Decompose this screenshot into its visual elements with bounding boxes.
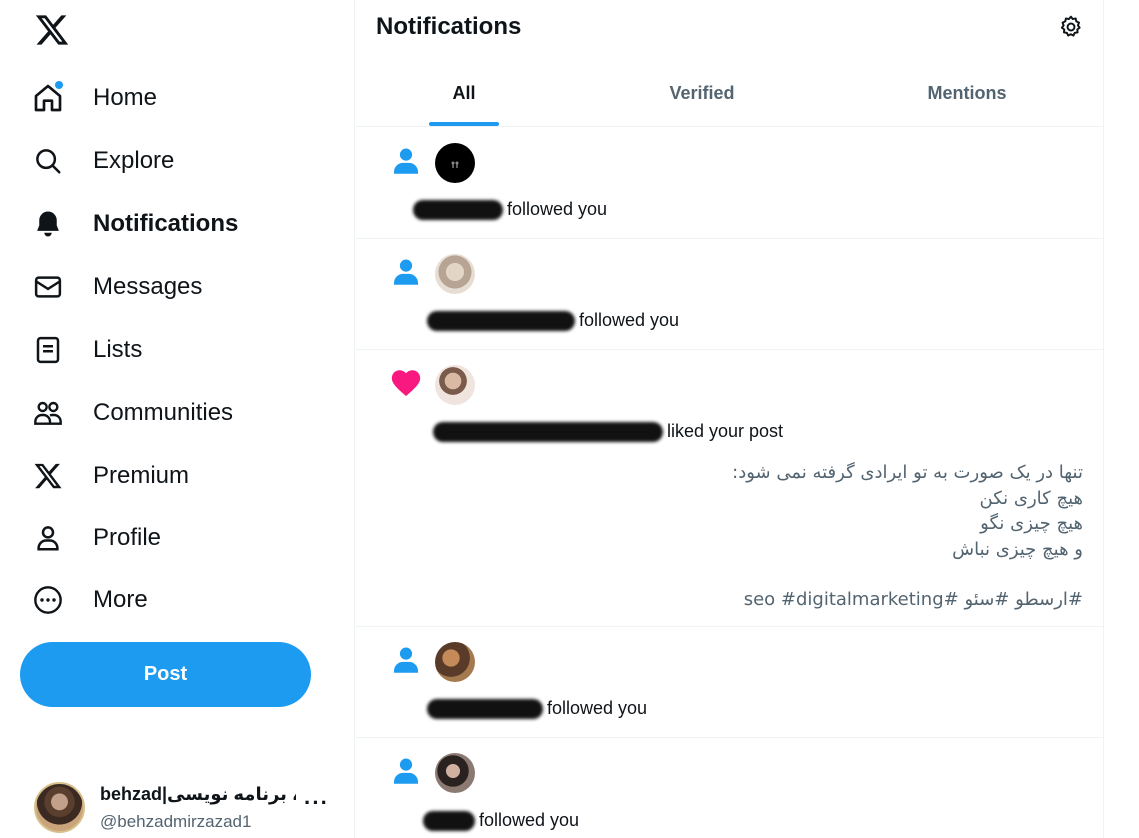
account-switcher[interactable]: behzad|ئو، برنامه نویسی @behzadmirzazad1…	[34, 780, 334, 838]
post-line: و هیچ چیزی نباش	[952, 538, 1083, 560]
notification-tabs: All Verified Mentions	[355, 60, 1104, 127]
avatar[interactable]	[435, 753, 475, 793]
notification-item[interactable]: followed you	[355, 239, 1104, 350]
nav-profile-label: Profile	[93, 524, 162, 551]
nav-lists-label: Lists	[93, 336, 143, 363]
communities-icon	[30, 395, 66, 431]
nav-explore-label: Explore	[93, 147, 175, 174]
notification-action: followed you	[507, 199, 608, 219]
account-more-icon[interactable]: ···	[304, 790, 329, 816]
redacted-username	[427, 310, 575, 331]
tab-mentions[interactable]: Mentions	[855, 60, 1079, 127]
notification-action: liked your post	[667, 421, 784, 441]
nav-home[interactable]: Home	[30, 73, 157, 123]
nav-communities-label: Communities	[93, 399, 234, 426]
nav-more[interactable]: More	[30, 575, 148, 625]
gear-icon[interactable]	[1058, 14, 1086, 42]
nav-notifications-label: Notifications	[93, 210, 239, 237]
notification-item[interactable]: liked your post تنها در یک صورت به تو ای…	[355, 350, 1104, 627]
nav-more-label: More	[93, 586, 148, 613]
avatar[interactable]	[435, 254, 475, 294]
notification-text: followed you	[427, 310, 679, 331]
liked-post-text[interactable]: تنها در یک صورت به تو ایرادی گرفته نمی ش…	[583, 460, 1083, 613]
nav-lists[interactable]: Lists	[30, 325, 142, 375]
nav-explore[interactable]: Explore	[30, 136, 174, 186]
avatar[interactable]	[435, 143, 475, 183]
bell-icon	[30, 206, 66, 242]
avatar[interactable]	[435, 642, 475, 682]
notification-action: followed you	[479, 810, 580, 830]
person-icon	[389, 255, 423, 289]
person-icon	[389, 144, 423, 178]
tab-all-label: All	[452, 83, 476, 103]
notification-text: followed you	[427, 698, 647, 719]
notification-text: liked your post	[433, 421, 783, 442]
tab-verified-label: Verified	[669, 83, 735, 103]
notification-text: followed you	[413, 199, 607, 220]
search-icon	[30, 143, 66, 179]
redacted-username	[413, 199, 503, 220]
account-handle: @behzadmirzazad1	[100, 812, 252, 831]
notifications-column: Notifications All Verified Mentions foll…	[354, 0, 1104, 838]
tab-all[interactable]: All	[355, 60, 573, 127]
post-line: هیچ چیزی نگو	[980, 513, 1083, 534]
x-logo-icon	[30, 458, 66, 494]
person-icon	[30, 520, 66, 556]
redacted-username	[423, 810, 475, 831]
notification-item[interactable]: followed you	[355, 128, 1104, 239]
active-tab-indicator	[429, 122, 499, 126]
redacted-username	[433, 421, 663, 442]
notification-text: followed you	[423, 810, 579, 831]
tab-verified[interactable]: Verified	[595, 60, 809, 127]
notification-item[interactable]: followed you	[355, 627, 1104, 738]
person-icon	[389, 643, 423, 677]
nav-premium-label: Premium	[93, 462, 190, 489]
account-name: behzad|ئو، برنامه نویسی	[100, 784, 296, 804]
post-line: تنها در یک صورت به تو ایرادی گرفته نمی ش…	[732, 462, 1083, 483]
nav-communities[interactable]: Communities	[30, 388, 233, 438]
avatar	[34, 782, 85, 833]
nav-messages-label: Messages	[93, 273, 203, 300]
heart-icon	[389, 366, 423, 400]
nav-messages[interactable]: Messages	[30, 262, 202, 312]
more-circle-icon	[30, 582, 66, 618]
notification-action: followed you	[579, 310, 680, 330]
notification-action: followed you	[547, 698, 648, 718]
nav-notifications[interactable]: Notifications	[30, 199, 238, 249]
notification-item[interactable]: followed you	[355, 738, 1104, 838]
avatar[interactable]	[435, 365, 475, 405]
post-line	[583, 562, 1083, 587]
x-logo-icon[interactable]	[34, 12, 70, 48]
page-title: Notifications	[376, 13, 522, 40]
post-line: هیچ کاری نکن	[979, 487, 1083, 509]
post-hashtags[interactable]: #ارسطو #سئو #seo #digitalmarketing	[583, 587, 1083, 613]
person-icon	[389, 754, 423, 788]
home-icon	[30, 80, 66, 116]
sidebar: Home Explore Notifications Messages List…	[0, 0, 354, 838]
nav-home-label: Home	[93, 84, 158, 111]
redacted-username	[427, 698, 543, 719]
list-icon	[30, 332, 66, 368]
envelope-icon	[30, 269, 66, 305]
nav-profile[interactable]: Profile	[30, 513, 161, 563]
unread-dot	[55, 81, 63, 89]
post-button[interactable]: Post	[20, 642, 311, 707]
tab-mentions-label: Mentions	[927, 83, 1007, 103]
nav-premium[interactable]: Premium	[30, 451, 189, 501]
